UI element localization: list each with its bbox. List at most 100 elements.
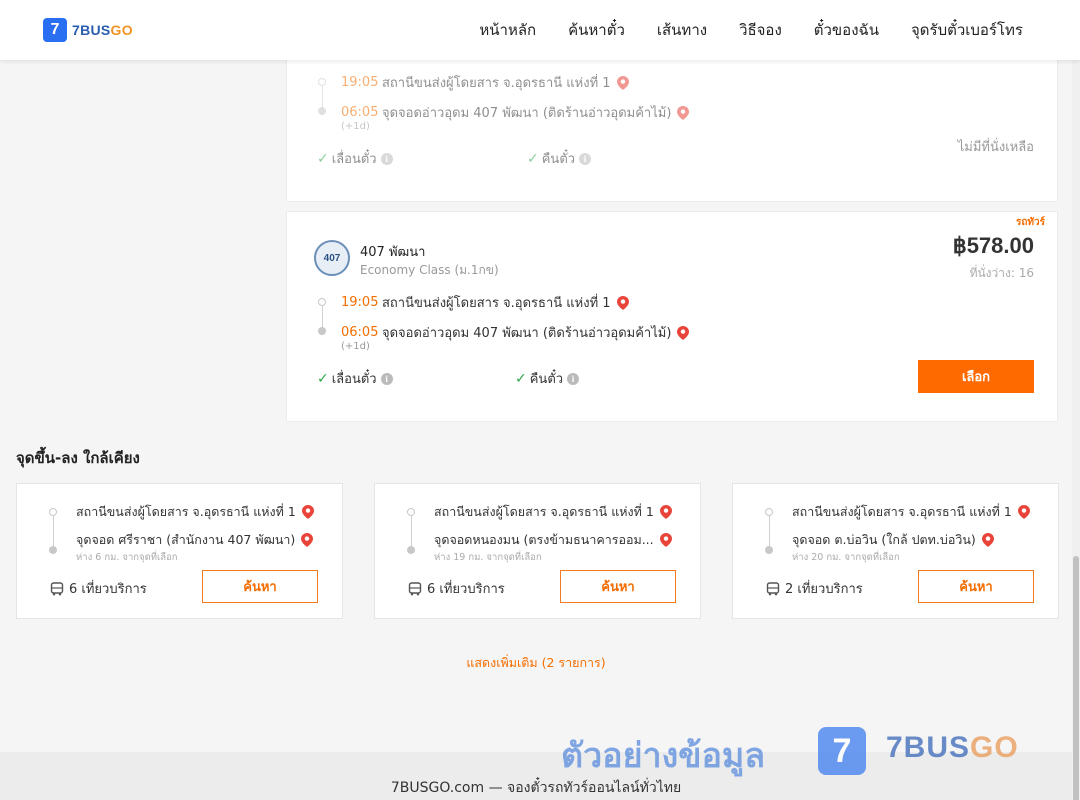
depart-time: 19:05 xyxy=(341,295,379,310)
watermark-brand: 7BUSGO xyxy=(886,731,1019,764)
feature-refund-ticket: ✓ คืนตั๋ว i xyxy=(515,368,580,389)
info-icon[interactable]: i xyxy=(380,152,393,165)
map-pin-icon[interactable] xyxy=(677,105,690,120)
check-icon: ✓ xyxy=(317,370,329,387)
nav-how-to-book[interactable]: วิธีจอง xyxy=(739,18,782,42)
arrive-time: 06:05 xyxy=(341,325,379,340)
logo-text: 7BUSGO xyxy=(72,22,133,38)
nearby-from-stop: สถานีขนส่งผู้โดยสาร จ.อุดรธานี แห่งที่ 1 xyxy=(434,502,672,522)
timeline-start-dot xyxy=(318,78,326,86)
nearby-card: สถานีขนส่งผู้โดยสาร จ.อุดรธานี แห่งที่ 1… xyxy=(16,483,343,619)
watermark-logo: 7 xyxy=(818,727,866,775)
feature-change-ticket: ✓ เลื่อนตั๋ว i xyxy=(317,368,393,389)
bus-icon xyxy=(50,581,64,595)
timeline-end-dot xyxy=(407,546,415,554)
timeline-end-dot xyxy=(49,546,57,554)
timeline-end-dot xyxy=(765,546,773,554)
logo-mark: 7 xyxy=(43,18,67,42)
arrive-time: 06:05 xyxy=(341,105,379,120)
map-pin-icon[interactable] xyxy=(981,533,994,547)
operator-name: 407 พัฒนา xyxy=(360,245,426,260)
nav-routes[interactable]: เส้นทาง xyxy=(657,18,707,42)
feature-refund-ticket: ✓ คืนตั๋ว i xyxy=(527,148,592,169)
depart-stop-row: 19:05 สถานีขนส่งผู้โดยสาร จ.อุดรธานี แห่… xyxy=(341,292,629,313)
nearby-card: สถานีขนส่งผู้โดยสาร จ.อุดรธานี แห่งที่ 1… xyxy=(732,483,1059,619)
trip-card-soldout: 19:05 สถานีขนส่งผู้โดยสาร จ.อุดรธานี แห่… xyxy=(286,60,1058,202)
arrive-stop-row: 06:05 จุดจอดอ่าวอุดม 407 พัฒนา (ติดร้านอ… xyxy=(341,322,690,343)
nearby-trip-count: 6 เที่ยวบริการ xyxy=(50,578,147,599)
timeline-line xyxy=(321,306,323,328)
operator-logo: 407 xyxy=(314,240,350,276)
map-pin-icon[interactable] xyxy=(301,505,314,519)
nearby-from-stop: สถานีขนส่งผู้โดยสาร จ.อุดรธานี แห่งที่ 1 xyxy=(792,502,1030,522)
select-trip-button[interactable]: เลือก xyxy=(918,360,1034,393)
map-pin-icon[interactable] xyxy=(616,295,629,310)
site-logo[interactable]: 7 7BUSGO xyxy=(43,18,133,42)
trip-card: รถทัวร์ 407 407 พัฒนา Economy Class (ม.1… xyxy=(286,211,1058,422)
main-nav: หน้าหลัก ค้นหาตั๋ว เส้นทาง วิธีจอง ตั๋วข… xyxy=(447,0,1023,60)
nearby-to-stop: จุดจอด ต.บ่อวิน (ใกล้ ปตท.บ่อวิน) xyxy=(792,530,994,550)
show-more-link[interactable]: แสดงเพิ่มเติม (2 รายการ) xyxy=(0,653,1072,673)
timeline-start-dot xyxy=(407,508,415,516)
timeline-start-dot xyxy=(765,508,773,516)
top-header: 7 7BUSGO หน้าหลัก ค้นหาตั๋ว เส้นทาง วิธี… xyxy=(0,0,1080,60)
nearby-section-title: จุดขึ้น-ลง ใกล้เคียง xyxy=(16,449,140,467)
footer-text: 7BUSGO.com — จองตั๋วรถทัวร์ออนไลน์ทั่วไท… xyxy=(390,780,682,796)
ticket-price: ฿578.00 xyxy=(952,233,1034,258)
sold-out-status: ไม่มีที่นั่งเหลือ xyxy=(957,140,1034,155)
check-icon: ✓ xyxy=(515,370,527,387)
depart-time: 19:05 xyxy=(341,75,379,90)
info-icon[interactable]: i xyxy=(567,372,580,385)
map-pin-icon[interactable] xyxy=(616,75,629,90)
bus-icon xyxy=(408,581,422,595)
nearby-search-button[interactable]: ค้นหา xyxy=(202,570,318,603)
next-day-label: (+1d) xyxy=(341,121,370,132)
bus-type-tag: รถทัวร์ xyxy=(1015,217,1045,228)
nav-my-tickets[interactable]: ตั๋วของฉัน xyxy=(814,18,879,42)
nearby-distance: ห่าง 19 กม. จากจุดที่เลือก xyxy=(434,552,542,563)
nearby-to-stop: จุดจอด ศรีราชา (สำนักงาน 407 พัฒนา) xyxy=(76,530,314,550)
arrive-stop-name: จุดจอดอ่าวอุดม 407 พัฒนา (ติดร้านอ่าวอุด… xyxy=(382,106,672,121)
page-scrollbar[interactable] xyxy=(1072,60,1080,800)
nearby-card: สถานีขนส่งผู้โดยสาร จ.อุดรธานี แห่งที่ 1… xyxy=(374,483,701,619)
arrive-stop-row: 06:05 จุดจอดอ่าวอุดม 407 พัฒนา (ติดร้านอ… xyxy=(341,102,690,123)
map-pin-icon[interactable] xyxy=(1017,505,1030,519)
timeline-line xyxy=(768,516,770,546)
nearby-distance: ห่าง 6 กม. จากจุดที่เลือก xyxy=(76,552,178,563)
nearby-to-stop: จุดจอดหนองมน (ตรงข้ามธนาคารออม... xyxy=(434,530,672,550)
timeline-line xyxy=(410,516,412,546)
scrollbar-thumb[interactable] xyxy=(1073,556,1079,800)
timeline-end-dot xyxy=(318,107,326,115)
depart-stop-row: 19:05 สถานีขนส่งผู้โดยสาร จ.อุดรธานี แห่… xyxy=(341,72,629,93)
nearby-trip-count: 6 เที่ยวบริการ xyxy=(408,578,505,599)
nearby-trip-count: 2 เที่ยวบริการ xyxy=(766,578,863,599)
timeline-end-dot xyxy=(318,327,326,335)
timeline-line xyxy=(321,86,323,108)
map-pin-icon[interactable] xyxy=(659,505,672,519)
timeline-start-dot xyxy=(318,298,326,306)
info-icon[interactable]: i xyxy=(380,372,393,385)
arrive-stop-name: จุดจอดอ่าวอุดม 407 พัฒนา (ติดร้านอ่าวอุด… xyxy=(382,326,672,341)
nearby-search-button[interactable]: ค้นหา xyxy=(560,570,676,603)
nearby-from-stop: สถานีขนส่งผู้โดยสาร จ.อุดรธานี แห่งที่ 1 xyxy=(76,502,314,522)
nav-search-ticket[interactable]: ค้นหาตั๋ว xyxy=(568,18,625,42)
bus-class: Economy Class (ม.1กข) xyxy=(360,263,499,277)
feature-change-ticket: ✓ เลื่อนตั๋ว i xyxy=(317,148,393,169)
timeline-start-dot xyxy=(49,508,57,516)
watermark-text: ตัวอย่างข้อมูล xyxy=(561,736,766,776)
map-pin-icon[interactable] xyxy=(301,533,314,547)
timeline-line xyxy=(52,516,54,546)
nav-home[interactable]: หน้าหลัก xyxy=(479,18,536,42)
depart-stop-name: สถานีขนส่งผู้โดยสาร จ.อุดรธานี แห่งที่ 1 xyxy=(382,296,611,311)
next-day-label: (+1d) xyxy=(341,341,370,352)
info-icon[interactable]: i xyxy=(579,152,592,165)
nearby-search-button[interactable]: ค้นหา xyxy=(918,570,1034,603)
check-icon: ✓ xyxy=(317,150,329,167)
check-icon: ✓ xyxy=(527,150,539,167)
map-pin-icon[interactable] xyxy=(677,325,690,340)
depart-stop-name: สถานีขนส่งผู้โดยสาร จ.อุดรธานี แห่งที่ 1 xyxy=(382,76,611,91)
nav-ticket-pickup[interactable]: จุดรับตั๋วเบอร์โทร xyxy=(911,18,1023,42)
seats-available: ที่นั่งว่าง: 16 xyxy=(969,266,1034,280)
bus-icon xyxy=(766,581,780,595)
map-pin-icon[interactable] xyxy=(659,533,672,547)
